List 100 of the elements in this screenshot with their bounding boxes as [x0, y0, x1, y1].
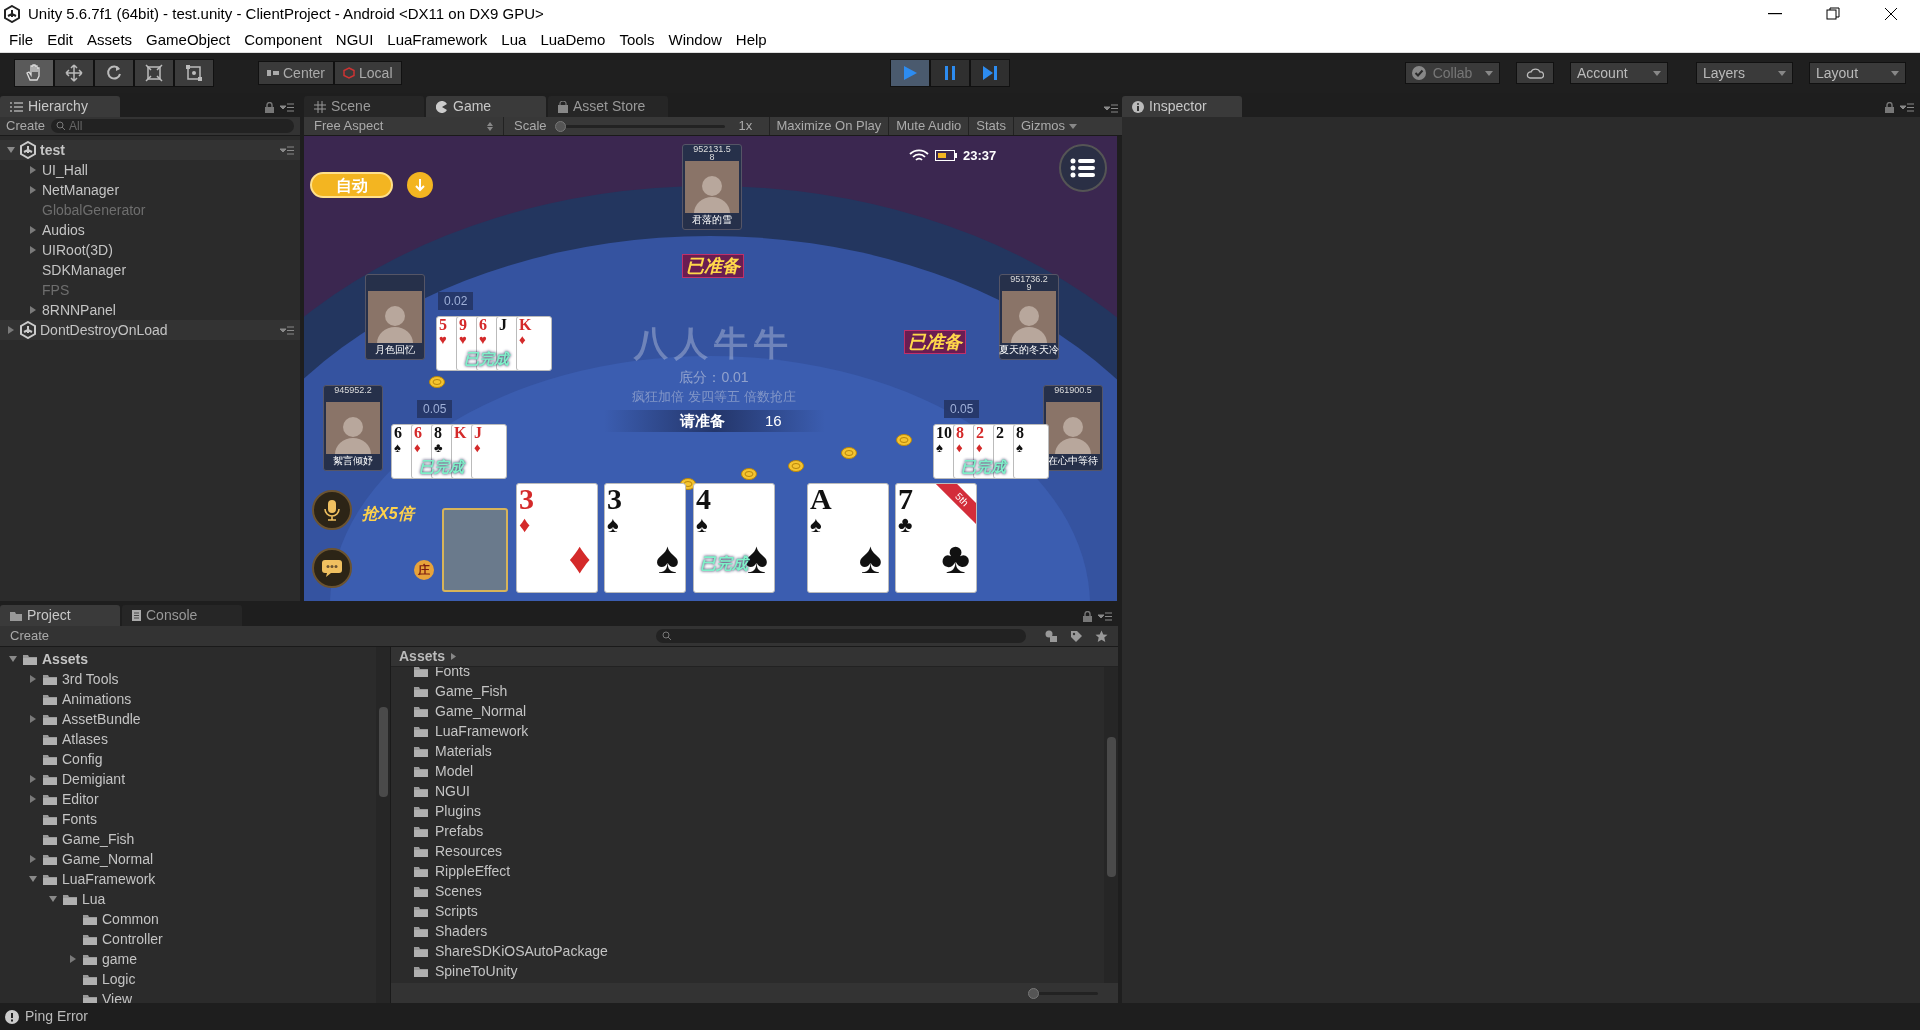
- folder-tree-item[interactable]: 3rd Tools: [0, 669, 376, 689]
- collapsed-arrow-icon[interactable]: [28, 854, 38, 864]
- step-button[interactable]: [970, 59, 1010, 87]
- create-dropdown[interactable]: Create: [10, 626, 50, 646]
- space-button[interactable]: Local: [334, 61, 402, 85]
- folder-tree-item[interactable]: Editor: [0, 789, 376, 809]
- rotate-tool-button[interactable]: [94, 59, 134, 87]
- folder-item[interactable]: Plugins: [391, 801, 1104, 821]
- folder-item[interactable]: Game_Normal: [391, 701, 1104, 721]
- collapsed-arrow-icon[interactable]: [28, 674, 38, 684]
- folder-item[interactable]: ShareSDKiOSAutoPackage: [391, 941, 1104, 961]
- menu-item[interactable]: Assets: [80, 28, 140, 52]
- folder-item[interactable]: Model: [391, 761, 1104, 781]
- scene-row[interactable]: DontDestroyOnLoad: [0, 320, 300, 340]
- menu-item[interactable]: LuaFramework: [380, 28, 495, 52]
- folder-item[interactable]: NGUI: [391, 781, 1104, 801]
- collapsed-arrow-icon[interactable]: [68, 954, 78, 964]
- folder-item[interactable]: Materials: [391, 741, 1104, 761]
- menu-item[interactable]: Edit: [40, 28, 81, 52]
- hierarchy-item[interactable]: Audios: [0, 220, 300, 240]
- hierarchy-item[interactable]: UI_Hall: [0, 160, 300, 180]
- menu-item[interactable]: Component: [237, 28, 329, 52]
- scale-tool-button[interactable]: [134, 59, 174, 87]
- collapsed-arrow-icon[interactable]: [28, 774, 38, 784]
- panel-tab[interactable]: Game: [426, 96, 546, 117]
- folder-tree-item[interactable]: Game_Fish: [0, 829, 376, 849]
- collapsed-arrow-icon[interactable]: [28, 794, 38, 804]
- panel-tab[interactable]: Asset Store: [548, 96, 668, 117]
- menu-item[interactable]: File: [2, 28, 41, 52]
- hierarchy-item[interactable]: NetManager: [0, 180, 300, 200]
- folder-tree-item[interactable]: Lua: [0, 889, 376, 909]
- size-slider-thumb[interactable]: [1028, 987, 1039, 999]
- aspect-dropdown[interactable]: Free Aspect: [304, 117, 504, 135]
- create-dropdown[interactable]: Create: [6, 116, 46, 136]
- collapsed-arrow-icon[interactable]: [28, 225, 38, 235]
- folder-tree-item[interactable]: AssetBundle: [0, 709, 376, 729]
- toolbar-toggle[interactable]: Stats: [968, 117, 1013, 135]
- account-dropdown[interactable]: Account: [1570, 62, 1668, 84]
- menu-item[interactable]: Window: [661, 28, 729, 52]
- collapsed-arrow-icon[interactable]: [28, 165, 38, 175]
- hierarchy-item[interactable]: UIRoot(3D): [0, 240, 300, 260]
- breadcrumb-link[interactable]: Assets: [399, 646, 445, 667]
- hand-tool-button[interactable]: [14, 59, 54, 87]
- toolbar-toggle[interactable]: Mute Audio: [888, 117, 969, 135]
- folder-tree-item[interactable]: LuaFramework: [0, 869, 376, 889]
- hierarchy-item[interactable]: SDKManager: [0, 260, 300, 280]
- layout-dropdown[interactable]: Layout: [1809, 62, 1906, 84]
- panel-tab[interactable]: Hierarchy: [0, 96, 120, 117]
- folder-item[interactable]: Resources: [391, 841, 1104, 861]
- play-button[interactable]: [890, 59, 930, 87]
- menu-item[interactable]: GameObject: [139, 28, 238, 52]
- rect-tool-button[interactable]: [174, 59, 214, 87]
- collapsed-arrow-icon[interactable]: [28, 245, 38, 255]
- collapsed-arrow-icon[interactable]: [28, 185, 38, 195]
- scale-slider-thumb[interactable]: [554, 120, 566, 132]
- folder-tree-item[interactable]: Logic: [0, 969, 376, 989]
- folder-tree-item[interactable]: Config: [0, 749, 376, 769]
- folder-item[interactable]: Scripts: [391, 901, 1104, 921]
- folder-tree-item[interactable]: Controller: [0, 929, 376, 949]
- folder-tree-item[interactable]: Demigiant: [0, 769, 376, 789]
- menu-item[interactable]: NGUI: [328, 28, 381, 52]
- search-field[interactable]: All: [51, 119, 294, 133]
- panel-tab[interactable]: Console: [122, 605, 242, 626]
- toolbar-toggle[interactable]: Gizmos: [1012, 117, 1084, 135]
- expanded-arrow-icon[interactable]: [28, 874, 38, 884]
- folder-tree-item[interactable]: Assets: [0, 649, 376, 669]
- collapsed-arrow-icon[interactable]: [28, 305, 38, 315]
- hierarchy-item[interactable]: 8RNNPanel: [0, 300, 300, 320]
- scene-row[interactable]: test: [0, 140, 300, 160]
- move-tool-button[interactable]: [54, 59, 94, 87]
- folder-tree-item[interactable]: game: [0, 949, 376, 969]
- layers-dropdown[interactable]: Layers: [1696, 62, 1793, 84]
- menu-item[interactable]: LuaDemo: [533, 28, 613, 52]
- folder-tree-item[interactable]: Animations: [0, 689, 376, 709]
- collapsed-arrow-icon[interactable]: [28, 714, 38, 724]
- folder-tree-item[interactable]: Common: [0, 909, 376, 929]
- toolbar-toggle[interactable]: Maximize On Play: [768, 117, 889, 135]
- panel-tab[interactable]: Project: [0, 605, 120, 626]
- folder-tree-item[interactable]: Fonts: [0, 809, 376, 829]
- menu-item[interactable]: Help: [728, 28, 774, 52]
- expanded-arrow-icon[interactable]: [48, 894, 58, 904]
- collapsed-arrow-icon[interactable]: [6, 325, 16, 335]
- folder-item[interactable]: RippleEffect: [391, 861, 1104, 881]
- panel-tab[interactable]: Inspector: [1122, 96, 1242, 117]
- folder-tree-item[interactable]: Game_Normal: [0, 849, 376, 869]
- search-field[interactable]: [656, 629, 1026, 643]
- menu-item[interactable]: Lua: [494, 28, 534, 52]
- pivot-button[interactable]: Center: [258, 61, 335, 85]
- panel-tab[interactable]: Scene: [304, 96, 424, 117]
- folder-item[interactable]: SpineToUnity: [391, 961, 1104, 981]
- folder-item[interactable]: Scenes: [391, 881, 1104, 901]
- expanded-arrow-icon[interactable]: [8, 654, 18, 664]
- folder-tree-item[interactable]: Atlases: [0, 729, 376, 749]
- menu-item[interactable]: Tools: [612, 28, 662, 52]
- cloud-button[interactable]: [1516, 62, 1554, 84]
- expanded-arrow-icon[interactable]: [6, 145, 16, 155]
- folder-item[interactable]: Prefabs: [391, 821, 1104, 841]
- pause-button[interactable]: [930, 59, 970, 87]
- folder-item[interactable]: Game_Fish: [391, 681, 1104, 701]
- folder-item[interactable]: Shaders: [391, 921, 1104, 941]
